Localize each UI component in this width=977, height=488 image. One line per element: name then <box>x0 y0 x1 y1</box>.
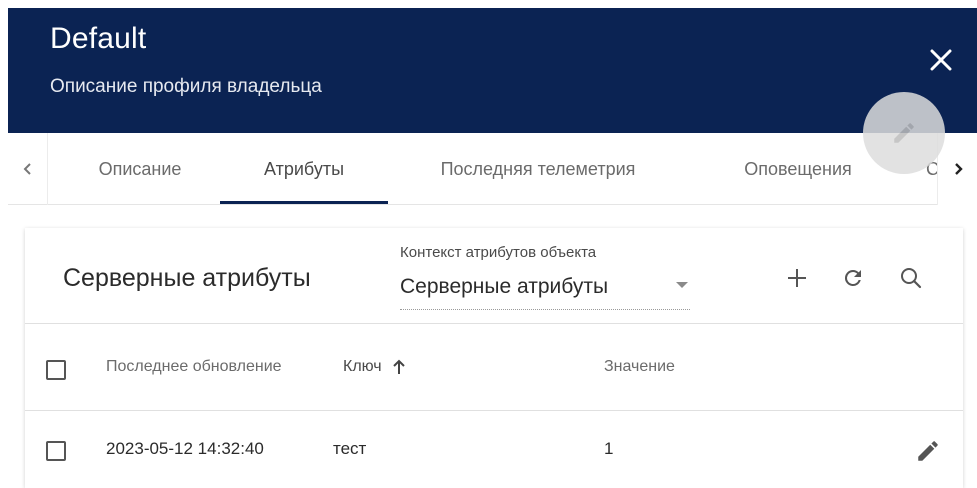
column-key[interactable]: Ключ <box>343 358 406 376</box>
select-all-checkbox[interactable] <box>46 360 66 380</box>
attribute-scope-label: Контекст атрибутов объекта <box>400 244 597 261</box>
close-button[interactable] <box>925 44 957 76</box>
tabs-scroll-left-button[interactable] <box>8 133 48 205</box>
column-last-update[interactable]: Последнее обновление <box>106 358 282 376</box>
column-value[interactable]: Значение <box>604 358 675 376</box>
header-title: Default <box>50 22 147 55</box>
edit-row-button[interactable] <box>913 436 943 466</box>
attribute-scope-select[interactable]: Серверные атрибуты <box>400 270 690 310</box>
row-divider <box>25 410 963 411</box>
tab-attributes[interactable]: Атрибуты <box>220 133 388 205</box>
cell-key: тест <box>333 439 367 458</box>
search-button[interactable] <box>891 258 931 298</box>
column-key-label: Ключ <box>343 358 382 375</box>
cell-last-update: 2023-05-12 14:32:40 <box>106 439 264 458</box>
add-attribute-button[interactable] <box>777 258 817 298</box>
tab-latest-telemetry[interactable]: Последняя телеметрия <box>413 133 663 205</box>
edit-icon <box>918 441 938 461</box>
attributes-title: Серверные атрибуты <box>63 264 311 292</box>
cell-value: 1 <box>604 439 614 458</box>
row-checkbox[interactable] <box>46 441 66 461</box>
header-subtitle: Описание профиля владельца <box>50 76 322 97</box>
refresh-icon <box>844 269 861 286</box>
tab-bar: Описание Атрибуты Последняя телеметрия О… <box>8 133 977 205</box>
refresh-button[interactable] <box>833 258 873 298</box>
arrow-up-icon <box>393 359 405 374</box>
tab-alarms[interactable]: Оповещения <box>723 133 873 205</box>
add-icon <box>788 269 806 287</box>
attributes-card: Серверные атрибуты Контекст атрибутов об… <box>25 228 963 488</box>
edit-icon <box>894 123 914 143</box>
active-tab-indicator <box>220 201 388 204</box>
chevron-right-icon <box>954 163 963 175</box>
edit-fab-button[interactable] <box>863 92 945 174</box>
dialog-header: Default Описание профиля владельца <box>8 8 977 133</box>
tab-description[interactable]: Описание <box>80 133 200 205</box>
dropdown-arrow-icon <box>676 282 688 288</box>
search-icon <box>901 268 922 289</box>
close-icon <box>930 49 952 71</box>
header-divider <box>25 323 963 324</box>
attribute-scope-value: Серверные атрибуты <box>400 275 609 298</box>
chevron-left-icon <box>23 163 31 175</box>
